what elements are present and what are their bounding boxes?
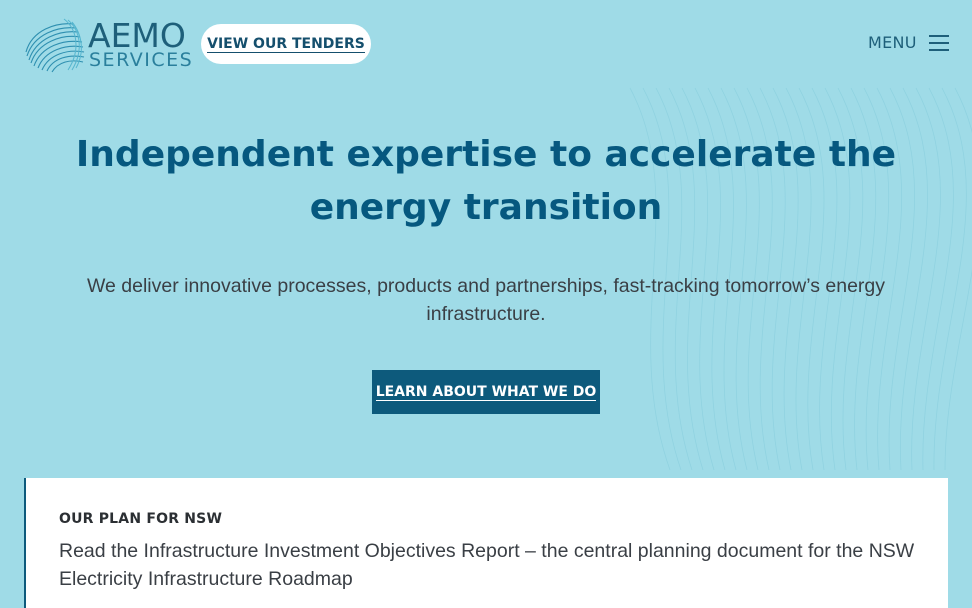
menu-button[interactable]: MENU: [868, 30, 949, 54]
card-text: Read the Infrastructure Investment Objec…: [59, 540, 915, 590]
site-header: AEMO SERVICES VIEW OUR TENDERS MENU: [0, 0, 972, 90]
view-tenders-button[interactable]: VIEW OUR TENDERS: [201, 24, 371, 64]
menu-label: MENU: [868, 32, 917, 52]
aemo-swirl-icon: [25, 18, 85, 73]
logo-subtitle: SERVICES: [89, 49, 194, 71]
feature-card[interactable]: OUR PLAN FOR NSW Read the Infrastructure…: [24, 478, 948, 608]
hamburger-menu-icon: [928, 33, 949, 51]
learn-about-label: LEARN ABOUT WHAT WE DO: [375, 383, 597, 401]
wave-line: [933, 87, 967, 471]
wave-line: [922, 87, 954, 471]
view-tenders-label: VIEW OUR TENDERS: [207, 35, 365, 53]
card-eyebrow: OUR PLAN FOR NSW: [59, 511, 223, 527]
hero-description: We deliver innovative processes, product…: [86, 275, 886, 325]
aemo-services-logo[interactable]: AEMO SERVICES: [22, 16, 192, 74]
learn-about-button[interactable]: LEARN ABOUT WHAT WE DO: [372, 370, 600, 414]
hero-title: Independent expertise to accelerate the …: [75, 134, 897, 228]
wave-line: [944, 87, 972, 471]
